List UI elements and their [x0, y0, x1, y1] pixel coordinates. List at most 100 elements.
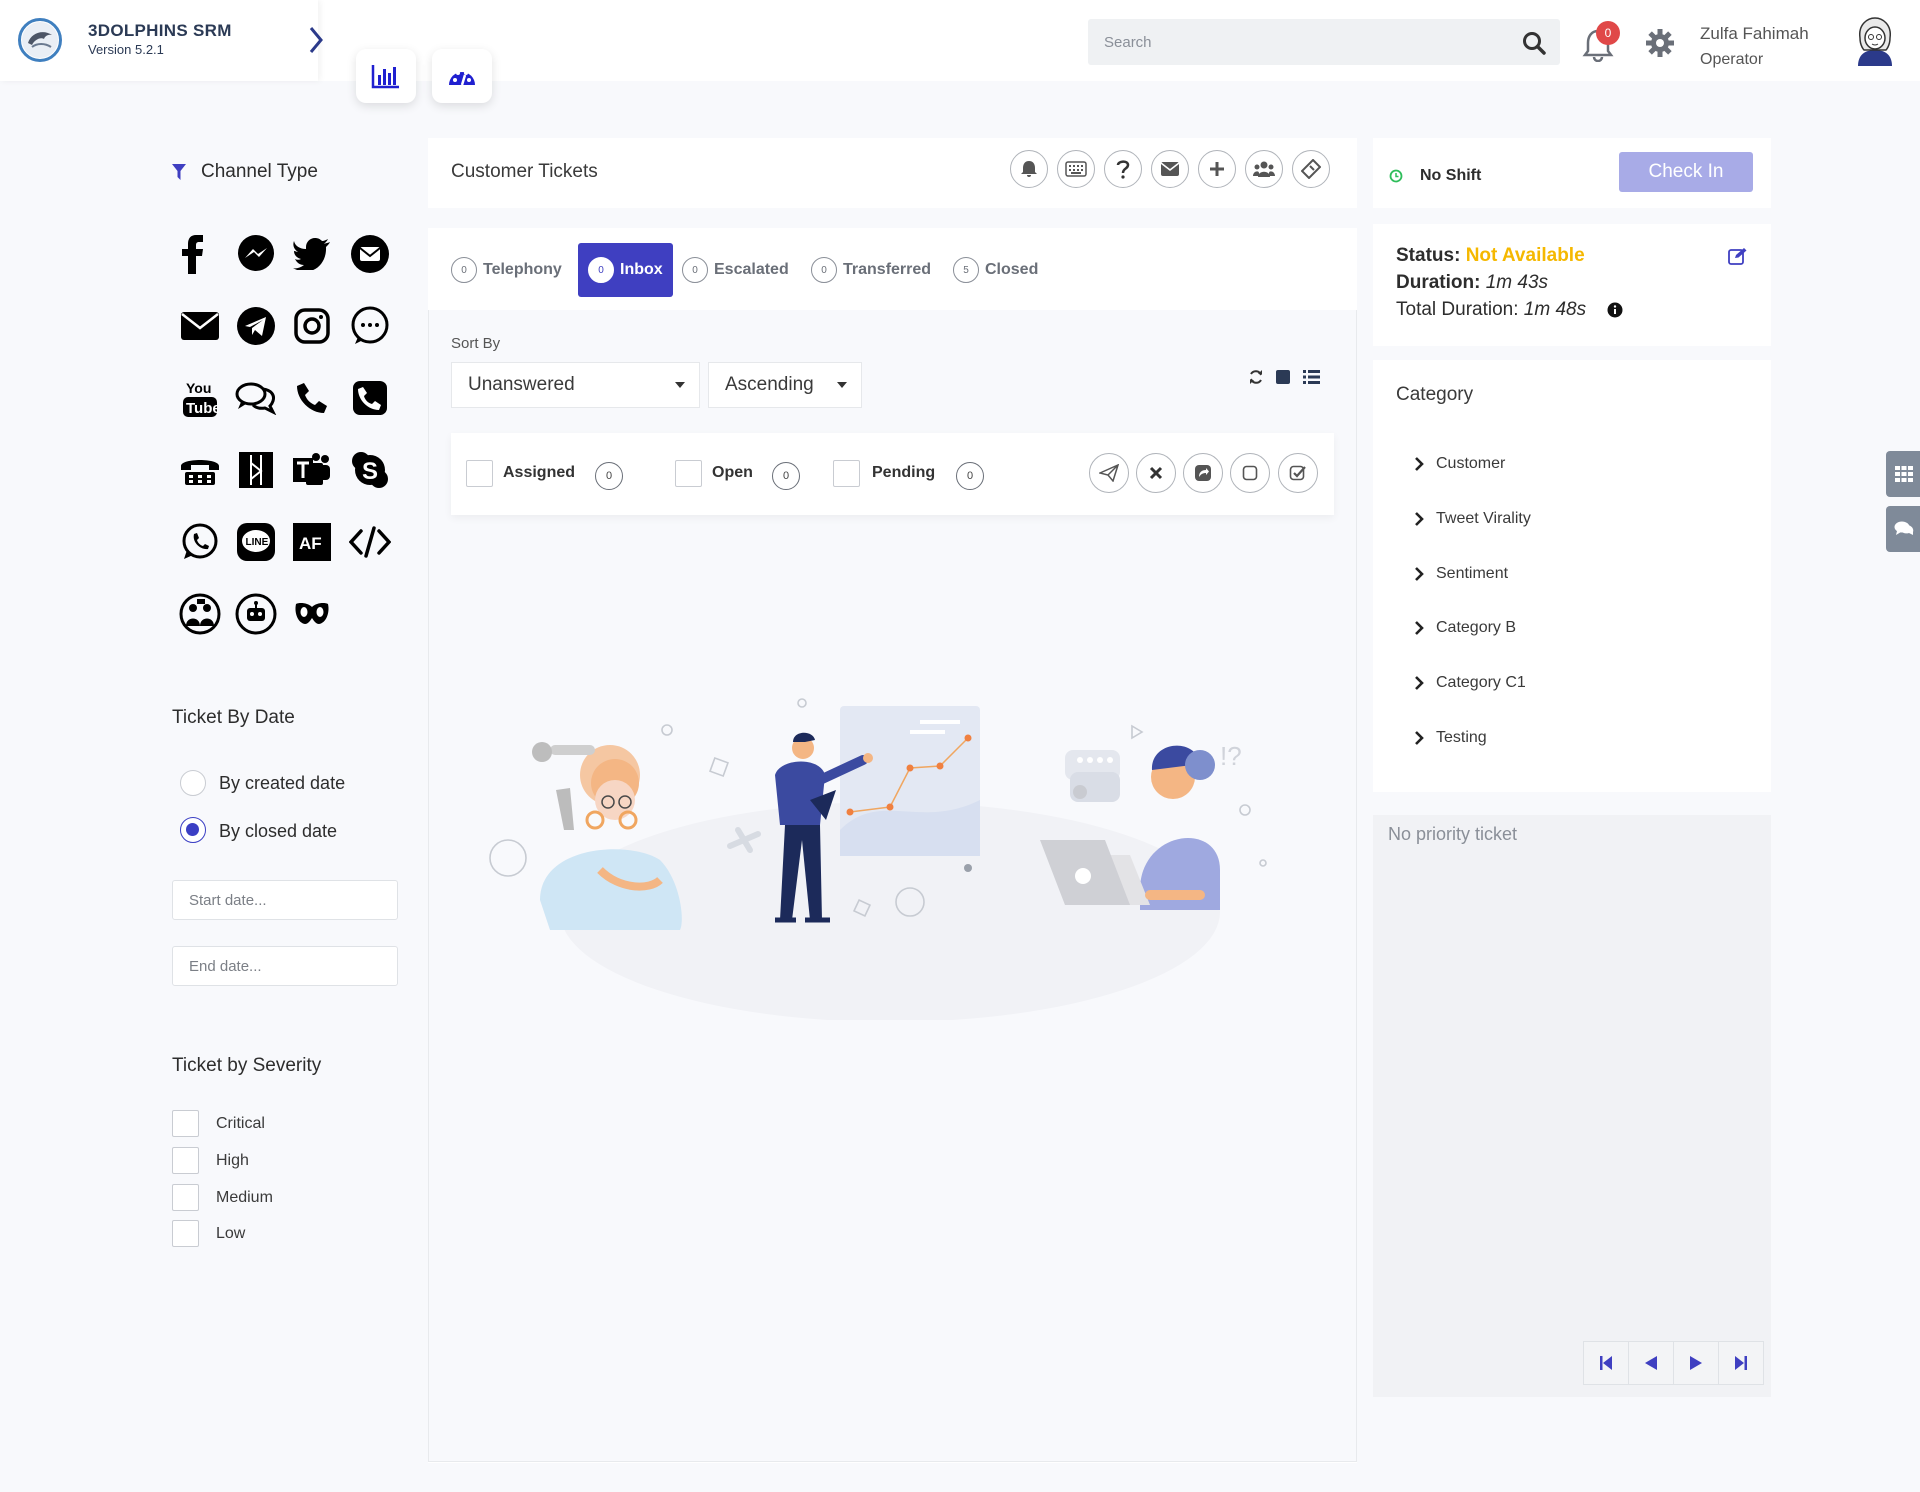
sort-field-select[interactable]: Unanswered	[451, 362, 700, 408]
send-button[interactable]	[1089, 453, 1129, 493]
keyboard-button[interactable]	[1057, 150, 1095, 188]
deselect-button[interactable]	[1230, 453, 1270, 493]
refresh-icon[interactable]	[1248, 369, 1264, 385]
category-item-tweet-virality[interactable]: Tweet Virality	[1414, 510, 1531, 528]
bot-icon[interactable]	[234, 592, 278, 636]
whatsapp-icon[interactable]	[178, 520, 222, 564]
open-checkbox[interactable]	[675, 460, 702, 487]
radio-created-date[interactable]	[180, 770, 206, 796]
severity-critical-checkbox[interactable]	[172, 1110, 199, 1137]
select-all-button[interactable]	[1278, 453, 1318, 493]
side-apps-tab[interactable]	[1886, 451, 1920, 497]
check-in-button[interactable]: Check In	[1619, 152, 1753, 192]
open-label: Open	[712, 464, 753, 481]
sort-by-label: Sort By	[451, 335, 501, 352]
category-label: Tweet Virality	[1436, 510, 1531, 527]
fax-icon[interactable]	[178, 448, 222, 492]
radio-closed-date[interactable]	[180, 817, 206, 843]
tab-telephony[interactable]: 0 Telephony	[451, 243, 562, 297]
alert-button[interactable]	[1010, 150, 1048, 188]
group-chat-icon[interactable]	[178, 592, 222, 636]
zalo-icon[interactable]	[234, 448, 278, 492]
af-icon[interactable]: AF	[290, 520, 334, 564]
mask-icon[interactable]	[290, 592, 334, 636]
channel-type-title: Channel Type	[201, 161, 318, 182]
tab-closed[interactable]: 5 Closed	[953, 243, 1038, 297]
comments-icon[interactable]	[234, 376, 278, 420]
caret-right-icon	[1690, 1356, 1702, 1370]
chevron-right-icon	[1415, 512, 1424, 526]
status-row: Status: Not Available	[1396, 245, 1585, 267]
edit-icon[interactable]	[1728, 247, 1748, 265]
twitter-icon[interactable]	[290, 232, 334, 276]
youtube-icon[interactable]: You Tube	[178, 376, 222, 420]
tab-transferred[interactable]: 0 Transferred	[811, 243, 931, 297]
email-icon[interactable]	[178, 304, 222, 348]
severity-high-checkbox[interactable]	[172, 1147, 199, 1174]
previous-page-button[interactable]	[1628, 1341, 1674, 1385]
code-icon[interactable]	[348, 520, 392, 564]
svg-text:LINE: LINE	[246, 537, 269, 548]
priority-empty-text: No priority ticket	[1388, 824, 1518, 844]
end-date-input[interactable]	[173, 947, 397, 985]
category-item-category-c1[interactable]: Category C1	[1414, 674, 1526, 692]
category-item-testing[interactable]: Testing	[1414, 729, 1487, 747]
assigned-checkbox[interactable]	[466, 460, 493, 487]
teams-icon[interactable]	[290, 448, 334, 492]
help-button[interactable]	[1104, 150, 1142, 188]
tab-inbox[interactable]: 0 Inbox	[578, 243, 673, 297]
tab-label: Telephony	[483, 261, 562, 278]
telegram-icon[interactable]	[234, 304, 278, 348]
next-page-button[interactable]	[1673, 1341, 1719, 1385]
category-item-category-b[interactable]: Category B	[1414, 619, 1516, 637]
messenger-icon[interactable]	[234, 232, 278, 276]
chevron-right-icon	[1415, 457, 1424, 471]
email-button[interactable]	[1151, 150, 1189, 188]
severity-medium-checkbox[interactable]	[172, 1184, 199, 1211]
group-button[interactable]	[1245, 150, 1283, 188]
info-icon[interactable]	[1607, 302, 1623, 318]
share-button[interactable]	[1183, 453, 1223, 493]
status-value: Not Available	[1465, 245, 1585, 266]
duration-row: Duration: 1m 43s	[1396, 272, 1548, 294]
assigned-count: 0	[595, 462, 623, 490]
list-view-icon[interactable]	[1303, 369, 1320, 385]
status-label: Status:	[1396, 245, 1461, 266]
first-page-button[interactable]	[1583, 1341, 1629, 1385]
dashboard-button[interactable]	[432, 49, 492, 103]
facebook-icon[interactable]	[170, 232, 214, 276]
instagram-icon[interactable]	[290, 304, 334, 348]
phone-square-icon[interactable]	[348, 376, 392, 420]
close-ticket-button[interactable]	[1136, 453, 1176, 493]
phone-icon[interactable]	[290, 376, 334, 420]
chat-bubble-icon[interactable]	[348, 304, 392, 348]
side-chat-tab[interactable]	[1886, 506, 1920, 552]
gear-icon[interactable]	[1645, 28, 1675, 58]
severity-title: Ticket by Severity	[172, 1055, 322, 1076]
severity-low-checkbox[interactable]	[172, 1220, 199, 1247]
start-date-input[interactable]	[173, 881, 397, 919]
search-input[interactable]	[1088, 19, 1488, 65]
ticket-button[interactable]	[1292, 150, 1330, 188]
avatar[interactable]	[1852, 16, 1898, 66]
category-item-customer[interactable]: Customer	[1414, 455, 1505, 473]
step-backward-icon	[1600, 1356, 1612, 1370]
tab-label: Closed	[985, 261, 1039, 278]
pending-checkbox[interactable]	[833, 460, 860, 487]
pending-count: 0	[956, 462, 984, 490]
check-square-icon	[1289, 465, 1306, 481]
grid-view-icon[interactable]	[1276, 370, 1290, 384]
skype-icon[interactable]: S	[348, 448, 392, 492]
analytics-button[interactable]	[356, 49, 416, 103]
line-icon[interactable]: LINE	[234, 520, 278, 564]
email-circle-icon[interactable]	[348, 232, 392, 276]
category-item-sentiment[interactable]: Sentiment	[1414, 565, 1508, 583]
add-ticket-button[interactable]	[1198, 150, 1236, 188]
chevron-right-icon[interactable]	[306, 24, 326, 56]
tab-escalated[interactable]: 0 Escalated	[682, 243, 789, 297]
sort-order-select[interactable]: Ascending	[708, 362, 862, 408]
last-page-button[interactable]	[1718, 1341, 1764, 1385]
search-icon[interactable]	[1522, 31, 1546, 55]
bar-chart-icon	[371, 65, 399, 89]
duration-value: 1m 43s	[1485, 272, 1549, 293]
